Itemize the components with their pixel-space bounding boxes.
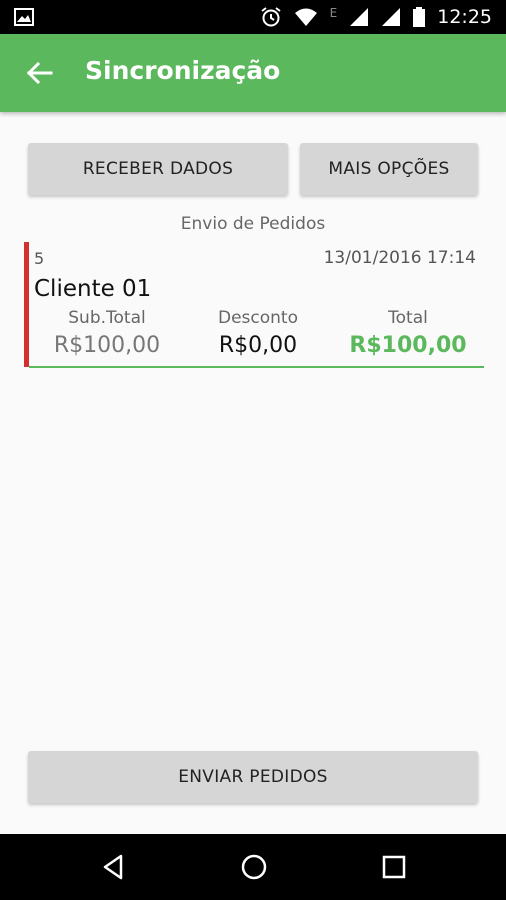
- network-type-label: E: [329, 6, 338, 20]
- clock-time: 12:25: [437, 6, 492, 28]
- battery-icon: [413, 7, 426, 27]
- subtotal-value: R$100,00: [53, 333, 161, 358]
- section-title: Envio de Pedidos: [180, 214, 326, 234]
- receive-data-button[interactable]: RECEBER DADOS: [28, 143, 288, 195]
- arrow-back-icon[interactable]: [24, 58, 54, 88]
- signal-icon: [382, 8, 401, 26]
- total-value: R$100,00: [349, 333, 467, 358]
- navigation-bar: [0, 834, 506, 900]
- subtotal-label: Sub.Total: [68, 308, 146, 328]
- recents-square-icon[interactable]: [379, 852, 409, 882]
- home-circle-icon[interactable]: [239, 852, 269, 882]
- discount-column: Desconto R$0,00: [183, 308, 333, 358]
- wifi-icon: [294, 8, 317, 26]
- discount-label: Desconto: [218, 308, 298, 328]
- app-bar: Sincronização: [0, 34, 506, 112]
- alarm-icon: [261, 7, 281, 27]
- order-list-item[interactable]: 5 13/01/2016 17:14 Cliente 01 Sub.Total …: [24, 242, 484, 369]
- signal-icon: [350, 8, 369, 26]
- order-number: 5: [34, 249, 45, 268]
- status-marker: [24, 242, 29, 367]
- status-icons: E 12:25: [260, 6, 492, 28]
- send-orders-button[interactable]: ENVIAR PEDIDOS: [28, 751, 478, 803]
- order-date: 13/01/2016 17:14: [323, 248, 476, 268]
- page-title: Sincronização: [85, 56, 281, 85]
- status-bar: E 12:25: [0, 0, 506, 34]
- order-client: Cliente 01: [34, 276, 152, 302]
- discount-value: R$0,00: [218, 333, 298, 358]
- total-column: Total R$100,00: [333, 308, 483, 358]
- divider: [29, 366, 484, 368]
- subtotal-column: Sub.Total R$100,00: [32, 308, 182, 358]
- back-triangle-icon[interactable]: [99, 852, 129, 882]
- more-options-button[interactable]: MAIS OPÇÕES: [300, 143, 478, 195]
- total-label: Total: [388, 308, 428, 328]
- image-icon: [14, 8, 34, 26]
